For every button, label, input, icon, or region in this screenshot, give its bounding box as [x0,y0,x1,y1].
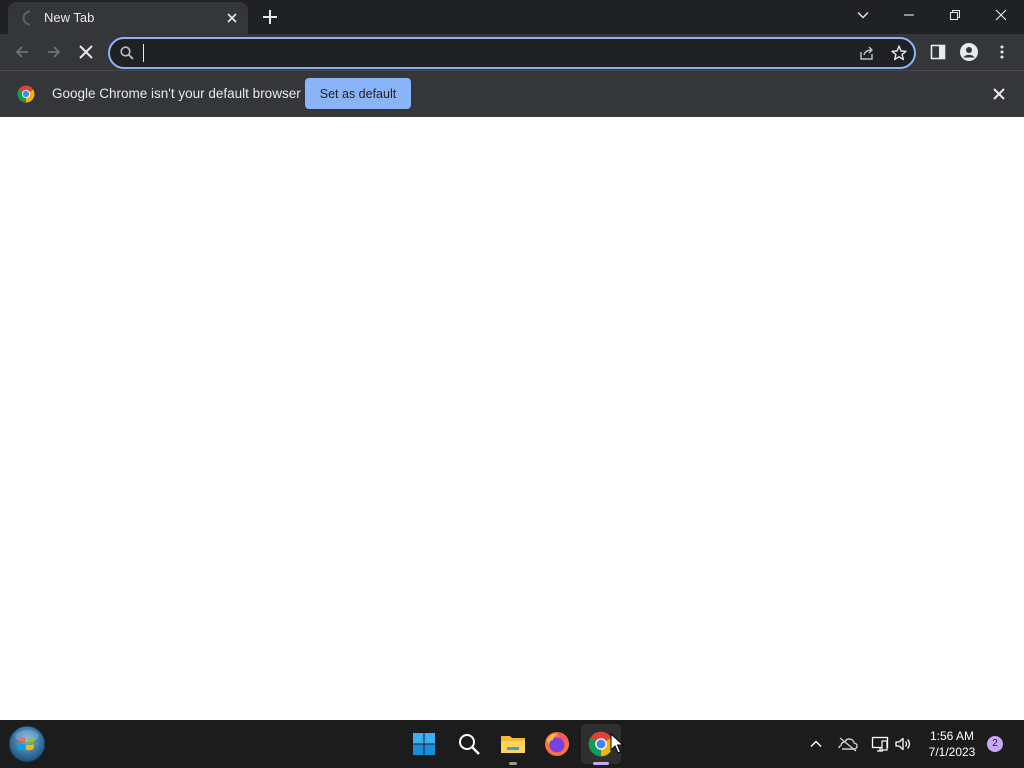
close-icon [79,45,93,59]
infobar-message: Google Chrome isn't your default browser [52,86,301,101]
onedrive-icon[interactable] [838,734,858,754]
close-icon[interactable] [991,86,1007,102]
search-icon[interactable] [453,728,485,760]
clock-date: 7/1/2023 [928,745,976,759]
firefox-icon[interactable] [541,728,573,760]
share-icon[interactable] [858,44,876,62]
chrome-logo-icon [17,85,35,103]
tab-title: New Tab [44,10,95,25]
notification-badge[interactable]: 2 [987,736,1003,752]
menu-button[interactable] [990,40,1014,64]
new-tab-button[interactable] [260,7,280,27]
windows-start-icon[interactable] [408,728,440,760]
back-button[interactable] [10,40,34,64]
clock-time: 1:56 AM [929,729,975,743]
side-panel-icon [930,44,946,60]
set-as-default-button[interactable]: Set as default [305,78,411,109]
address-input[interactable] [142,42,822,64]
close-icon [995,9,1007,21]
minimize-icon [904,14,914,16]
system-clock[interactable]: 1:56 AM 7/1/2023 [918,728,986,760]
arrow-right-icon [48,46,61,58]
star-icon[interactable] [890,44,908,62]
restore-icon [950,10,960,20]
stop-button[interactable] [74,40,98,64]
minimize-button[interactable] [886,0,932,30]
side-panel-button[interactable] [926,40,950,64]
text-caret [143,44,144,62]
file-explorer-icon[interactable] [497,728,529,760]
more-vert-icon [1000,45,1004,59]
address-bar[interactable] [108,37,916,69]
plus-icon [263,10,277,24]
page-content [0,117,1024,720]
search-icon [119,45,135,61]
profile-button[interactable] [957,40,981,64]
tab-new-tab[interactable]: New Tab [8,2,248,34]
restore-button[interactable] [932,0,978,30]
default-browser-infobar: Google Chrome isn't your default browser… [0,70,1024,117]
close-icon[interactable] [224,10,240,26]
tab-strip: New Tab [0,0,1024,34]
chevron-up-icon[interactable] [806,734,826,754]
profile-icon [960,43,978,61]
volume-icon[interactable] [893,734,913,754]
active-indicator [593,762,609,765]
network-icon[interactable] [870,734,890,754]
taskbar: 1:56 AM 7/1/2023 [0,720,1024,768]
toolbar [0,34,1024,70]
chevron-down-icon [857,12,869,19]
start-orb-button[interactable] [7,724,47,764]
forward-button[interactable] [42,40,66,64]
arrow-left-icon [15,46,28,58]
running-indicator [509,762,517,765]
spinner-icon [22,10,38,26]
window-close-button[interactable] [978,0,1024,30]
tab-search-button[interactable] [840,0,886,30]
mouse-cursor-icon [610,733,624,755]
